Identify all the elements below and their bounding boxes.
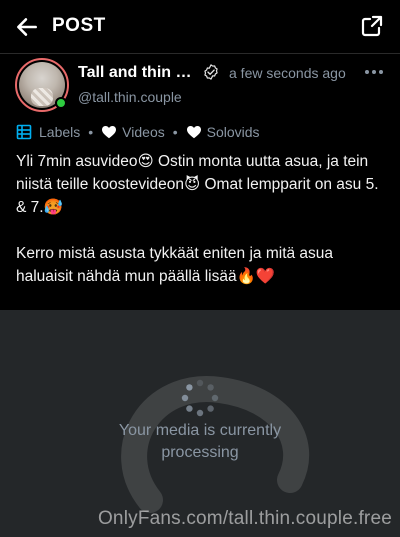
online-status-dot xyxy=(55,97,67,109)
arrow-left-icon[interactable] xyxy=(14,14,40,40)
label-solovids[interactable]: Solovids xyxy=(186,124,260,140)
heart-icon xyxy=(186,126,201,139)
page-title: POST xyxy=(52,15,106,36)
labels-icon xyxy=(16,124,32,140)
label-videos-text: Videos xyxy=(122,124,165,140)
verified-icon xyxy=(204,64,218,80)
more-options-icon[interactable] xyxy=(364,64,384,80)
labels-text: Labels xyxy=(39,124,81,140)
separator-dot: • xyxy=(88,124,94,140)
post-timestamp: a few seconds ago xyxy=(229,65,346,81)
labels-link[interactable]: Labels xyxy=(16,124,80,140)
watermark-text: OnlyFans.com/tall.thin.couple.free xyxy=(97,508,392,529)
labels-row: Labels • Videos • Solovids xyxy=(16,122,260,142)
post-paragraph: Kerro mistä asusta tykkäät eniten ja mit… xyxy=(16,245,334,285)
avatar[interactable] xyxy=(15,58,69,112)
loading-spinner-icon xyxy=(181,379,219,417)
author-handle[interactable]: @tall.thin.couple xyxy=(78,89,182,105)
label-solovids-text: Solovids xyxy=(206,124,260,140)
heart-icon xyxy=(102,126,117,139)
post-body: Yli 7min asuvideo😍 Ostin monta uutta asu… xyxy=(16,150,388,288)
post-header: Tall and thin c... a few seconds ago @ta… xyxy=(0,54,400,112)
processing-status: Your media is currently processing xyxy=(118,422,282,461)
top-bar: POST xyxy=(0,0,400,54)
separator-dot: • xyxy=(172,124,178,140)
label-videos[interactable]: Videos xyxy=(101,124,165,140)
share-icon[interactable] xyxy=(360,14,384,38)
post-paragraph: Yli 7min asuvideo😍 Ostin monta uutta asu… xyxy=(16,153,379,216)
author-name[interactable]: Tall and thin c... xyxy=(78,64,196,82)
